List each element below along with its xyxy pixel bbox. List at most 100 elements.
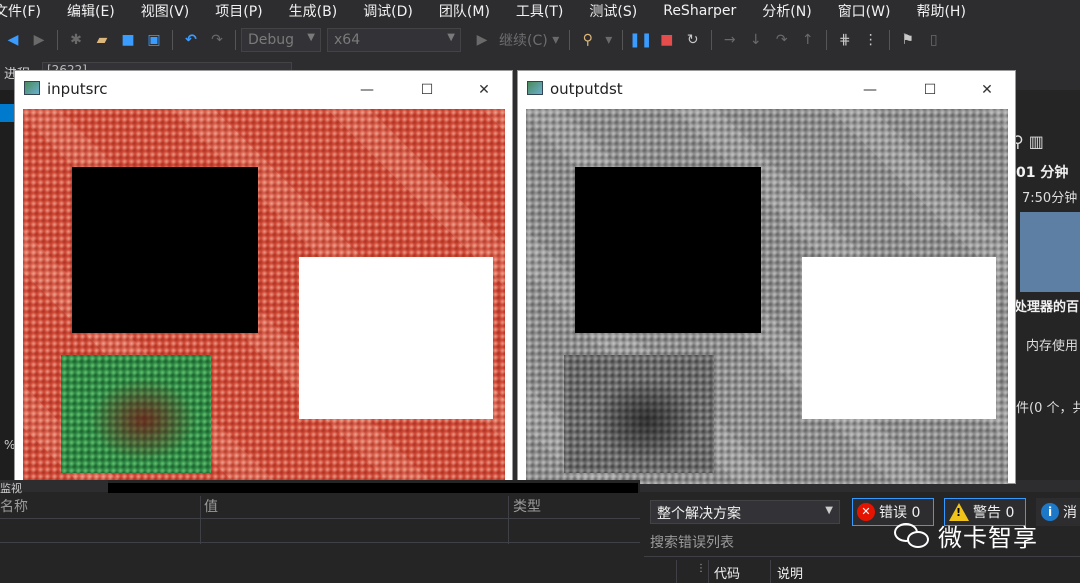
column-divider [508, 496, 509, 544]
menu-window[interactable]: 窗口(W) [825, 1, 904, 21]
undo-icon[interactable]: ↶ [180, 29, 202, 51]
timeline-axis-label: 7:50分钟 [1022, 191, 1078, 206]
wechat-logo-icon [894, 521, 932, 551]
window-title: inputsrc [47, 80, 108, 98]
continue-button[interactable]: 继续(C) [499, 30, 548, 50]
toolbar: ◀ ▶ ✱ ▰ ■ ▣ ↶ ↷ Debug ▼ x64 ▼ ▶ 继续(C) ▾ … [0, 22, 1080, 58]
inputsrc-window[interactable]: inputsrc — ☐ ✕ [14, 70, 513, 484]
outputdst-window[interactable]: outputdst — ☐ ✕ [517, 70, 1016, 484]
memory-usage-tab[interactable]: 内存使用 [1026, 335, 1078, 354]
configuration-select[interactable]: Debug ▼ [241, 28, 321, 52]
menu-team[interactable]: 团队(M) [426, 1, 503, 21]
toolbar-separator [568, 30, 570, 50]
minimize-button[interactable]: — [858, 79, 882, 101]
platform-select[interactable]: x64 ▼ [327, 28, 461, 52]
chevron-down-icon: ▼ [307, 32, 315, 43]
menu-file[interactable]: 文件(F) [0, 1, 54, 21]
visual-studio-window: 文件(F) 编辑(E) 视图(V) 项目(P) 生成(B) 调试(D) 团队(M… [0, 0, 1080, 583]
green-patch [61, 355, 211, 473]
menu-bar: 文件(F) 编辑(E) 视图(V) 项目(P) 生成(B) 调试(D) 团队(M… [0, 0, 1080, 22]
timeline-bar [1020, 212, 1080, 292]
back-icon[interactable]: ◀ [2, 29, 24, 51]
menu-edit[interactable]: 编辑(E) [54, 1, 128, 21]
new-project-icon[interactable]: ✱ [65, 29, 87, 51]
stop-icon[interactable]: ■ [656, 29, 678, 51]
messages-filter-label: 消 [1063, 505, 1077, 521]
document-tab[interactable] [0, 104, 14, 122]
white-square [802, 257, 996, 419]
chevron-down-icon: ▼ [447, 32, 455, 43]
close-button[interactable]: ✕ [975, 79, 999, 101]
minimize-button[interactable]: — [355, 79, 379, 101]
open-folder-icon[interactable]: ▰ [91, 29, 113, 51]
menu-tools[interactable]: 工具(T) [503, 1, 576, 21]
chevron-down-icon[interactable]: ▾ [550, 29, 562, 51]
restart-icon[interactable]: ↻ [682, 29, 704, 51]
column-sort-icon: ⋮ [696, 563, 706, 574]
watermark-text: 微卡智享 [938, 524, 1038, 552]
chevron-down-icon: ▼ [825, 505, 833, 516]
window-titlebar[interactable]: inputsrc — ☐ ✕ [15, 71, 512, 109]
save-all-icon[interactable]: ▣ [143, 29, 165, 51]
column-header-name[interactable]: 名称 [0, 496, 28, 516]
app-icon [24, 81, 40, 95]
chevron-down-icon[interactable]: ▾ [603, 29, 615, 51]
hex-display-icon[interactable]: ⋕ [834, 29, 856, 51]
close-button[interactable]: ✕ [472, 79, 496, 101]
info-icon: i [1041, 503, 1059, 521]
continue-icon[interactable]: ▶ [471, 29, 493, 51]
menu-debug[interactable]: 调试(D) [350, 1, 426, 21]
column-divider [708, 560, 709, 583]
error-search-input[interactable]: 搜索错误列表 [650, 532, 734, 552]
step-over-icon[interactable]: ↷ [771, 29, 793, 51]
column-header-type[interactable]: 类型 [513, 496, 541, 516]
menu-help[interactable]: 帮助(H) [903, 1, 978, 21]
column-header-code[interactable]: 代码 [714, 563, 740, 582]
configuration-value: Debug [248, 32, 295, 48]
menu-project[interactable]: 项目(P) [202, 1, 275, 21]
menu-build[interactable]: 生成(B) [276, 1, 351, 21]
save-icon[interactable]: ■ [117, 29, 139, 51]
step-into-icon[interactable]: ↓ [745, 29, 767, 51]
divider [0, 518, 640, 519]
maximize-button[interactable]: ☐ [918, 79, 942, 101]
pause-icon[interactable]: ❚❚ [629, 29, 652, 51]
maximize-button[interactable]: ☐ [415, 79, 439, 101]
menu-resharper[interactable]: ReSharper [650, 3, 749, 19]
breakpoint-flag-icon[interactable]: ⚑ [897, 29, 919, 51]
step-out-icon[interactable]: ↑ [797, 29, 819, 51]
watch-panel-tab[interactable]: 监视 [0, 480, 108, 495]
threads-icon[interactable]: ⋮ [860, 29, 882, 51]
events-summary: 件(0 个，共 [1016, 401, 1080, 416]
panel-splitter [108, 483, 638, 493]
watch-panel [0, 480, 640, 583]
messages-filter-button[interactable]: i 消 [1036, 498, 1080, 526]
menu-test[interactable]: 测试(S) [576, 1, 650, 21]
bookmark-icon[interactable]: ▯ [923, 29, 945, 51]
output-image-canvas [526, 109, 1008, 484]
input-image-canvas [23, 109, 505, 484]
column-header-value[interactable]: 值 [204, 496, 218, 516]
session-time: 01 分钟 [1016, 165, 1069, 181]
divider [0, 542, 640, 543]
show-next-statement-icon[interactable]: → [719, 29, 741, 51]
toolbar-separator [710, 30, 712, 50]
window-title: outputdst [550, 80, 623, 98]
error-scope-select[interactable]: 整个解决方案 ▼ [650, 500, 840, 524]
toolbar-separator [57, 30, 58, 50]
find-icon[interactable]: ⚲ [577, 29, 599, 51]
window-titlebar[interactable]: outputdst — ☐ ✕ [518, 71, 1015, 109]
watermark: 微卡智享 [894, 518, 1038, 553]
cpu-usage-label: 处理器的百 [1014, 300, 1080, 315]
error-scope-value: 整个解决方案 [657, 506, 741, 522]
redo-icon[interactable]: ↷ [206, 29, 228, 51]
column-header-description[interactable]: 说明 [777, 563, 803, 582]
forward-icon[interactable]: ▶ [28, 29, 50, 51]
platform-value: x64 [334, 32, 361, 48]
divider [644, 556, 1080, 557]
app-icon [527, 81, 543, 95]
white-square [299, 257, 493, 419]
zoom-icon[interactable]: ⚲ ▥ [1012, 132, 1044, 151]
menu-view[interactable]: 视图(V) [128, 1, 203, 21]
menu-analyze[interactable]: 分析(N) [749, 1, 824, 21]
